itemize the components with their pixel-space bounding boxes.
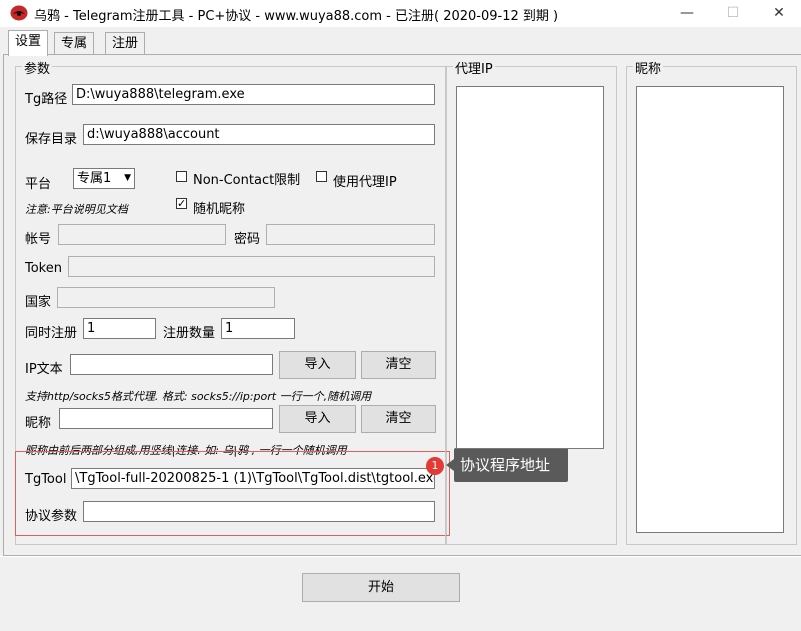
annotation-badge: 1 xyxy=(426,457,444,475)
platform-select[interactable]: 专属1 ▼ xyxy=(73,168,135,189)
import-ip-button[interactable]: 导入 xyxy=(279,351,356,379)
title-bar: 乌鸦 - Telegram注册工具 - PC+协议 - www.wuya88.c… xyxy=(0,0,801,27)
tab-register[interactable]: 注册 xyxy=(105,32,146,55)
country-label: 国家 xyxy=(25,295,52,310)
tab-settings[interactable]: 设置 xyxy=(8,30,49,56)
password-label: 密码 xyxy=(234,232,261,247)
use-proxy-label: 使用代理IP xyxy=(333,175,397,190)
highlight-box xyxy=(15,451,450,536)
nickname-list[interactable] xyxy=(636,86,784,533)
tg-path-input[interactable]: D:\wuya888\telegram.exe xyxy=(72,84,435,105)
bottom-separator xyxy=(0,556,801,557)
clear-nickname-button[interactable]: 清空 xyxy=(361,405,436,433)
crow-logo-icon xyxy=(10,5,28,21)
nickname-legend: 昵称 xyxy=(633,58,664,77)
proxy-ip-legend: 代理IP xyxy=(453,58,495,77)
close-button[interactable]: ✕ xyxy=(756,0,801,27)
random-nickname-label: 随机昵称 xyxy=(193,202,246,217)
ip-text-input[interactable] xyxy=(70,354,273,375)
token-input[interactable] xyxy=(68,256,435,277)
random-nickname-checkbox[interactable]: ✓ xyxy=(176,198,187,209)
checkmark-icon: ✓ xyxy=(177,197,187,210)
start-button[interactable]: 开始 xyxy=(302,573,460,602)
account-label: 帐号 xyxy=(25,232,52,247)
nickname-label: 昵称 xyxy=(25,416,52,431)
save-dir-input[interactable]: d:\wuya888\account xyxy=(83,124,435,145)
concurrent-label: 同时注册 xyxy=(25,326,78,341)
non-contact-label: Non-Contact限制 xyxy=(193,173,301,188)
tab-exclusive[interactable]: 专属 xyxy=(54,32,95,55)
nickname-input[interactable] xyxy=(59,408,273,429)
clear-ip-button[interactable]: 清空 xyxy=(361,351,436,379)
country-input[interactable] xyxy=(57,287,275,308)
non-contact-checkbox[interactable] xyxy=(176,171,187,182)
minimize-button[interactable]: — xyxy=(664,0,710,27)
password-input[interactable] xyxy=(266,224,435,245)
register-count-label: 注册数量 xyxy=(163,326,216,341)
window-title: 乌鸦 - Telegram注册工具 - PC+协议 - www.wuya88.c… xyxy=(34,9,559,24)
register-count-input[interactable]: 1 xyxy=(221,318,295,339)
use-proxy-checkbox[interactable] xyxy=(316,171,327,182)
chevron-down-icon: ▼ xyxy=(124,173,131,183)
token-label: Token xyxy=(25,261,62,276)
maximize-button[interactable]: ☐ xyxy=(710,0,756,27)
platform-note: 注意:平台说明见文档 xyxy=(25,203,128,216)
concurrent-input[interactable]: 1 xyxy=(83,318,156,339)
tg-path-label: Tg路径 xyxy=(25,92,68,107)
account-input[interactable] xyxy=(58,224,226,245)
save-dir-label: 保存目录 xyxy=(25,132,78,147)
ip-text-label: IP文本 xyxy=(25,362,63,377)
platform-selected-value: 专属1 xyxy=(77,171,112,186)
import-nickname-button[interactable]: 导入 xyxy=(279,405,356,433)
proxy-format-note: 支持http/socks5格式代理. 格式: socks5://ip:port … xyxy=(25,390,372,403)
params-legend: 参数 xyxy=(22,58,53,77)
proxy-ip-list[interactable] xyxy=(456,86,604,449)
platform-label: 平台 xyxy=(25,177,52,192)
